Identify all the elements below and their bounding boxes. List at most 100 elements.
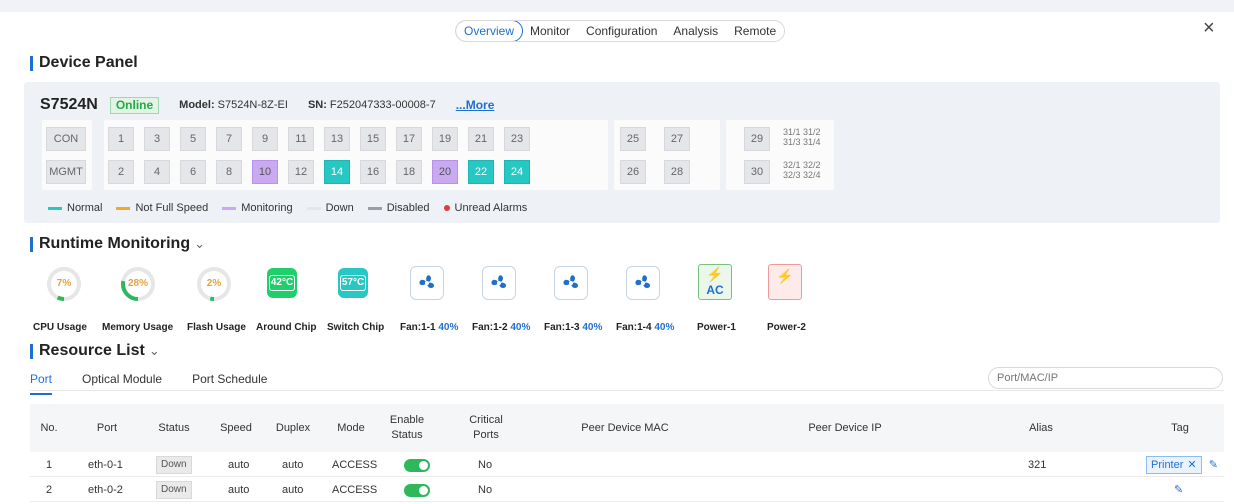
- switch-port[interactable]: 2: [108, 160, 134, 184]
- power-1-status[interactable]: ⚡ AC: [698, 264, 732, 300]
- cell-no: 2: [46, 484, 53, 496]
- switch-port[interactable]: 28: [664, 160, 690, 184]
- fan-pct: 40%: [510, 322, 531, 333]
- top-strip: [0, 0, 1234, 12]
- switch-port[interactable]: 10: [252, 160, 278, 184]
- cpu-usage-gauge[interactable]: 7%: [46, 266, 82, 302]
- subtab-optical-module[interactable]: Optical Module: [82, 372, 162, 395]
- around-chip-temp[interactable]: 42°C: [267, 268, 297, 298]
- split-port-31[interactable]: 31/1 31/2 31/3 31/4: [783, 127, 821, 147]
- resource-list-title[interactable]: Resource List ⌄: [30, 342, 160, 360]
- switch-port[interactable]: 21: [468, 127, 494, 151]
- tab-monitor[interactable]: Monitor: [522, 21, 578, 41]
- switch-port[interactable]: 19: [432, 127, 458, 151]
- power-2-label: Power-2: [767, 322, 806, 333]
- switch-port[interactable]: 14: [324, 160, 350, 184]
- around-chip-label: Around Chip: [256, 322, 317, 333]
- split-port-32[interactable]: 32/1 32/2 32/3 32/4: [783, 160, 821, 180]
- flash-usage-gauge[interactable]: 2%: [196, 266, 232, 302]
- switch-port[interactable]: 6: [180, 160, 206, 184]
- legend-normal: Normal: [48, 202, 102, 214]
- tab-analysis[interactable]: Analysis: [665, 21, 726, 41]
- fan-label: Fan:1-4 40%: [616, 322, 674, 333]
- fan-status[interactable]: [554, 266, 588, 300]
- status-badge: Down: [156, 481, 192, 500]
- switch-chip-temp[interactable]: 57°C: [338, 268, 368, 298]
- resource-title-text: Resource List: [39, 342, 145, 359]
- runtime-monitoring-title[interactable]: Runtime Monitoring ⌄: [30, 235, 205, 253]
- device-name: S7524N: [40, 96, 98, 113]
- device-panel-box: S7524N Online Model: S7524N-8Z-EI SN: F252…: [24, 82, 1220, 223]
- switch-port[interactable]: 27: [664, 127, 690, 151]
- switch-port[interactable]: 8: [216, 160, 242, 184]
- fan-name: Fan:1-2: [472, 322, 508, 333]
- switch-port[interactable]: 5: [180, 127, 206, 151]
- cell-alias: 321: [1028, 459, 1047, 471]
- around-chip-value: 42°C: [268, 275, 296, 291]
- switch-port[interactable]: 29: [744, 127, 770, 151]
- tab-configuration[interactable]: Configuration: [578, 21, 665, 41]
- switch-port[interactable]: 1: [108, 127, 134, 151]
- cell-port: eth-0-1: [88, 459, 123, 471]
- subtab-port-schedule[interactable]: Port Schedule: [192, 372, 267, 395]
- cell-status: Down: [156, 478, 192, 502]
- switch-port[interactable]: 12: [288, 160, 314, 184]
- fan-status[interactable]: [482, 266, 516, 300]
- device-header: S7524N Online Model: S7524N-8Z-EI SN: F252…: [40, 96, 494, 114]
- enable-toggle[interactable]: [404, 459, 430, 472]
- switch-port[interactable]: 26: [620, 160, 646, 184]
- fan-status[interactable]: [626, 266, 660, 300]
- table-row[interactable]: [30, 478, 1224, 502]
- model-value: S7524N-8Z-EI: [217, 99, 288, 111]
- subtab-port[interactable]: Port: [30, 372, 53, 395]
- switch-port[interactable]: 25: [620, 127, 646, 151]
- legend-unread-alarms: Unread Alarms: [443, 202, 527, 214]
- cell-tag: Printer ✕ ✎: [1146, 453, 1218, 477]
- memory-usage-gauge[interactable]: 28%: [120, 266, 156, 302]
- enable-toggle[interactable]: [404, 484, 430, 497]
- col-peer-ip: Peer Device IP: [808, 421, 882, 434]
- fan-status[interactable]: [410, 266, 444, 300]
- switch-port[interactable]: 9: [252, 127, 278, 151]
- mgmt-port[interactable]: MGMT: [46, 160, 86, 184]
- cell-port: eth-0-2: [88, 484, 123, 496]
- edit-icon[interactable]: ✎: [1174, 478, 1183, 502]
- cpu-ring: 7%: [46, 266, 82, 302]
- fan-icon: [419, 275, 435, 288]
- switch-port[interactable]: 16: [360, 160, 386, 184]
- console-port[interactable]: CON: [46, 127, 86, 151]
- view-tabs: Overview Monitor Configuration Analysis …: [455, 20, 786, 42]
- legend-disabled: Disabled: [367, 202, 430, 214]
- switch-port[interactable]: 22: [468, 160, 494, 184]
- legend-label: Down: [325, 202, 354, 214]
- switch-port[interactable]: 13: [324, 127, 350, 151]
- close-icon[interactable]: ×: [1203, 18, 1215, 38]
- switch-port[interactable]: 4: [144, 160, 170, 184]
- close-icon[interactable]: ✕: [1187, 457, 1196, 473]
- split-31-a: 31/1 31/2: [783, 127, 821, 137]
- more-link[interactable]: ...More: [456, 98, 495, 112]
- switch-port[interactable]: 30: [744, 160, 770, 184]
- switch-port[interactable]: 15: [360, 127, 386, 151]
- edit-icon[interactable]: ✎: [1209, 459, 1218, 471]
- fan-icon: [563, 275, 579, 288]
- fan-name: Fan:1-1: [400, 322, 436, 333]
- switch-port[interactable]: 24: [504, 160, 530, 184]
- switch-port[interactable]: 17: [396, 127, 422, 151]
- col-tag: Tag: [1171, 421, 1189, 434]
- tag-chip[interactable]: Printer ✕: [1146, 456, 1202, 474]
- switch-port[interactable]: 11: [288, 127, 314, 151]
- switch-chip-value: 57°C: [339, 275, 367, 291]
- switch-port[interactable]: 23: [504, 127, 530, 151]
- model-label: Model:: [179, 99, 215, 111]
- search-input[interactable]: [988, 367, 1223, 389]
- switch-port[interactable]: 7: [216, 127, 242, 151]
- plug-icon: ⚡: [706, 266, 724, 282]
- tab-overview[interactable]: Overview: [456, 21, 524, 41]
- tab-remote[interactable]: Remote: [726, 21, 784, 41]
- switch-port[interactable]: 3: [144, 127, 170, 151]
- switch-port[interactable]: 20: [432, 160, 458, 184]
- split-32-b: 32/3 32/4: [783, 170, 821, 180]
- switch-port[interactable]: 18: [396, 160, 422, 184]
- power-2-status[interactable]: ⚡: [768, 264, 802, 300]
